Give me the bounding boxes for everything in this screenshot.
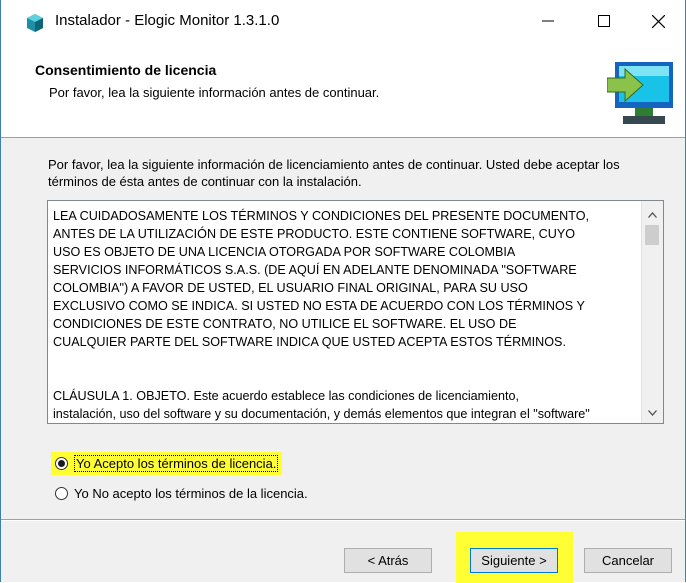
- computer-install-icon: [607, 62, 673, 124]
- accept-radio[interactable]: [55, 457, 68, 470]
- close-button[interactable]: [629, 0, 686, 42]
- chevron-down-icon: [648, 409, 657, 416]
- wizard-content: Por favor, lea la siguiente información …: [1, 138, 685, 583]
- license-text: LEA CUIDADOSAMENTE LOS TÉRMINOS Y CONDIC…: [53, 209, 590, 421]
- maximize-button[interactable]: [575, 0, 633, 42]
- decline-radio-option[interactable]: Yo No acepto los términos de la licencia…: [55, 486, 308, 501]
- title-bar[interactable]: Instalador - Elogic Monitor 1.3.1.0: [1, 0, 685, 42]
- installer-window: Instalador - Elogic Monitor 1.3.1.0 Cons…: [0, 0, 686, 583]
- back-button[interactable]: < Atrás: [344, 548, 432, 573]
- license-textbox[interactable]: LEA CUIDADOSAMENTE LOS TÉRMINOS Y CONDIC…: [47, 200, 664, 424]
- footer-divider: [1, 519, 685, 521]
- scroll-down-button[interactable]: [642, 402, 663, 423]
- license-scrollbar[interactable]: [641, 201, 663, 423]
- page-subtitle: Por favor, lea la siguiente información …: [49, 85, 380, 100]
- decline-label: Yo No acepto los términos de la licencia…: [74, 486, 308, 501]
- close-icon: [651, 14, 665, 28]
- cancel-button[interactable]: Cancelar: [584, 548, 672, 573]
- scroll-thumb[interactable]: [645, 225, 659, 245]
- minimize-button[interactable]: [519, 0, 577, 42]
- window-title: Instalador - Elogic Monitor 1.3.1.0: [55, 12, 280, 29]
- chevron-up-icon: [648, 211, 657, 218]
- page-title: Consentimiento de licencia: [35, 62, 217, 78]
- installer-app-icon: [27, 14, 43, 32]
- scroll-up-button[interactable]: [642, 204, 663, 225]
- minimize-icon: [542, 20, 554, 22]
- maximize-icon: [598, 15, 610, 27]
- next-button[interactable]: Siguiente >: [470, 548, 558, 573]
- intro-text: Por favor, lea la siguiente información …: [48, 157, 620, 189]
- decline-radio[interactable]: [55, 487, 68, 500]
- accept-highlight: Yo Acepto los términos de licencia.: [51, 452, 283, 475]
- accept-radio-option[interactable]: Yo Acepto los términos de licencia.: [51, 452, 283, 475]
- accept-label: Yo Acepto los términos de licencia.: [74, 455, 279, 472]
- wizard-header: Consentimiento de licencia Por favor, le…: [1, 42, 685, 138]
